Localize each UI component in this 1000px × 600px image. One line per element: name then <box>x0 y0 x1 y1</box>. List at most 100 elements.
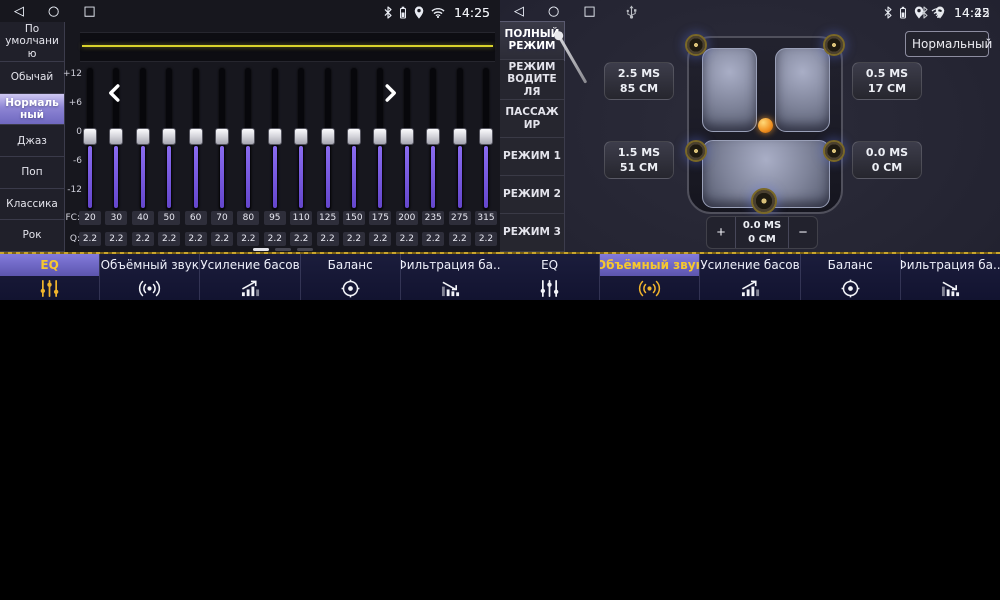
filter-icon <box>901 276 1000 300</box>
slider-thumb[interactable] <box>83 128 97 145</box>
front-right-speaker-icon[interactable] <box>823 34 845 56</box>
tune-down-button[interactable] <box>95 74 135 114</box>
driver-seat <box>702 48 757 132</box>
front-left-delay-button[interactable]: 2.5 MS 85 CM <box>604 62 674 100</box>
back-icon[interactable]: ◁ <box>514 0 524 24</box>
tune-up-button[interactable] <box>370 74 410 114</box>
eq-band-slider[interactable] <box>473 68 499 214</box>
tab-filter[interactable]: Фильтрация ба... <box>900 254 1000 300</box>
eq-band-slider[interactable] <box>130 68 156 214</box>
eq-sliders <box>82 68 494 214</box>
slider-fill <box>299 146 303 208</box>
rear-right-delay-button[interactable]: 0.0 MS 0 CM <box>852 141 922 179</box>
slider-thumb[interactable] <box>426 128 440 145</box>
listening-mode-item[interactable]: РЕЖИМ 2 <box>500 176 564 214</box>
eq-band-slider[interactable] <box>447 68 473 214</box>
right-tabbar: EQОбъёмный звукУсиление басовБалансФильт… <box>500 254 1000 300</box>
tab-bass-boost[interactable]: Усиление басов <box>199 254 299 300</box>
tab-surround-sound[interactable]: Объёмный звук <box>599 254 699 300</box>
slider-thumb[interactable] <box>136 128 150 145</box>
q-value: 2.2 <box>158 232 180 246</box>
tab-label: Баланс <box>301 254 400 276</box>
equalizer-screen: ◁ ○ □ 14:25 По умолчаниюОбычайНормальный… <box>0 0 500 300</box>
tab-eq[interactable]: EQ <box>0 254 99 300</box>
slider-thumb[interactable] <box>400 128 414 145</box>
tab-balance[interactable]: Баланс <box>800 254 900 300</box>
eq-preset-item[interactable]: Поп <box>0 157 64 189</box>
android-nav-buttons: ◁ ○ □ <box>514 0 596 24</box>
slider-thumb[interactable] <box>453 128 467 145</box>
slider-thumb[interactable] <box>109 128 123 145</box>
rear-left-speaker-icon[interactable] <box>685 140 707 162</box>
slider-fill <box>352 146 356 208</box>
tab-surround-sound[interactable]: Объёмный звук <box>99 254 199 300</box>
slider-thumb[interactable] <box>373 128 387 145</box>
home-icon[interactable]: ○ <box>548 0 559 24</box>
listening-mode-item[interactable]: РЕЖИМ 3 <box>500 214 564 252</box>
delay-cm: 0 CM <box>748 233 776 247</box>
android-nav-buttons: ◁ ○ □ <box>14 0 96 24</box>
eq-band-slider[interactable] <box>315 68 341 214</box>
battery-icon <box>399 6 407 19</box>
slider-fill <box>326 146 330 208</box>
delay-ms: 1.5 MS <box>618 145 660 160</box>
slider-fill <box>88 146 92 208</box>
eq-preset-item[interactable]: Обычай <box>0 62 64 94</box>
recents-icon[interactable]: □ <box>583 0 595 24</box>
tab-eq[interactable]: EQ <box>500 254 599 300</box>
listening-mode-item[interactable]: ПАССАЖИР <box>500 100 564 138</box>
tab-label: Фильтрация ба... <box>401 254 500 276</box>
slider-thumb[interactable] <box>321 128 335 145</box>
slider-thumb[interactable] <box>241 128 255 145</box>
fc-value: 40 <box>132 211 154 225</box>
eq-band-slider[interactable] <box>341 68 367 214</box>
eq-band-slider[interactable] <box>420 68 446 214</box>
eq-band-slider[interactable] <box>235 68 261 214</box>
fc-row: 2030405060708095110125150175200235275315 <box>82 211 494 226</box>
rear-left-delay-button[interactable]: 1.5 MS 51 CM <box>604 141 674 179</box>
home-icon[interactable]: ○ <box>48 0 59 24</box>
eq-preset-item[interactable]: Джаз <box>0 125 64 157</box>
eq-preset-item[interactable]: По умолчанию <box>0 22 64 62</box>
listening-mode-item[interactable]: РЕЖИМ ВОДИТЕЛЯ <box>500 60 564 100</box>
sound-profile-button[interactable]: Нормальный <box>905 31 989 57</box>
tab-balance[interactable]: Баланс <box>300 254 400 300</box>
fc-value: 150 <box>343 211 365 225</box>
front-right-delay-button[interactable]: 0.5 MS 17 CM <box>852 62 922 100</box>
recents-icon[interactable]: □ <box>83 0 95 24</box>
back-icon[interactable]: ◁ <box>14 0 24 24</box>
fc-value: 200 <box>396 211 418 225</box>
listener-position-marker[interactable] <box>758 118 773 133</box>
fc-value: 30 <box>105 211 127 225</box>
eq-band-slider[interactable] <box>156 68 182 214</box>
front-left-speaker-icon[interactable] <box>685 34 707 56</box>
wifi-icon <box>431 7 445 18</box>
slider-thumb[interactable] <box>294 128 308 145</box>
slider-thumb[interactable] <box>215 128 229 145</box>
eq-band-slider[interactable] <box>209 68 235 214</box>
tab-bass-boost[interactable]: Усиление басов <box>699 254 799 300</box>
slider-thumb[interactable] <box>189 128 203 145</box>
listening-mode-item[interactable]: РЕЖИМ 1 <box>500 138 564 176</box>
eq-band-slider[interactable] <box>262 68 288 214</box>
slider-fill <box>458 146 462 208</box>
tab-filter[interactable]: Фильтрация ба... <box>400 254 500 300</box>
slider-thumb[interactable] <box>347 128 361 145</box>
increase-delay-button[interactable]: + <box>707 217 735 248</box>
slider-thumb[interactable] <box>268 128 282 145</box>
fc-value: 95 <box>264 211 286 225</box>
center-speaker-icon[interactable] <box>751 188 777 214</box>
eq-band-slider[interactable] <box>288 68 314 214</box>
eq-band-slider[interactable] <box>183 68 209 214</box>
eq-preset-item[interactable]: Классика <box>0 189 64 221</box>
tab-label: Усиление басов <box>200 254 299 276</box>
eq-curve-panel <box>80 32 495 62</box>
decrease-delay-button[interactable]: − <box>789 217 817 248</box>
slider-thumb[interactable] <box>479 128 493 145</box>
listening-mode-item[interactable]: ПОЛНЫЙ РЕЖИМ <box>500 22 564 60</box>
eq-preset-list: По умолчаниюОбычайНормальныйДжазПопКласс… <box>0 22 65 252</box>
slider-thumb[interactable] <box>162 128 176 145</box>
eq-preset-item[interactable]: Рок <box>0 220 64 252</box>
rear-right-speaker-icon[interactable] <box>823 140 845 162</box>
eq-preset-item[interactable]: Нормальный <box>0 94 64 126</box>
